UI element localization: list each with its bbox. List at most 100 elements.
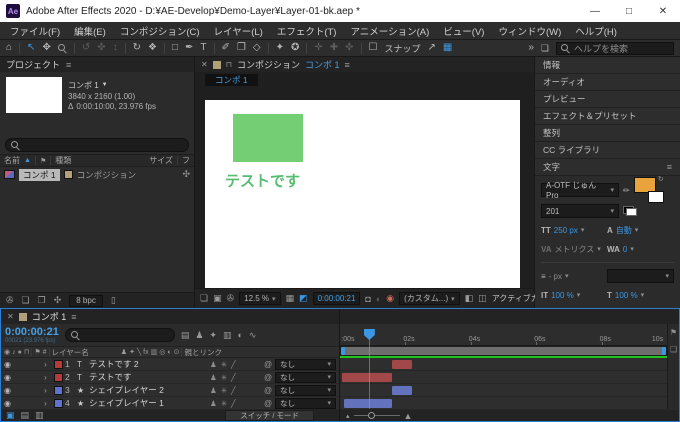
tab-comp-1[interactable]: コンポ 1 [205, 74, 258, 86]
stroke-width-value[interactable]: - px [549, 272, 562, 281]
eye-icon[interactable]: ◉ [4, 373, 14, 382]
label-color-chip[interactable] [64, 170, 73, 179]
shy-toggle[interactable]: ♟ [210, 386, 217, 395]
puppet-pin-tool-icon[interactable]: ✪ [291, 43, 299, 53]
timeline-zoom-slider[interactable] [354, 415, 400, 416]
green-rectangle-layer[interactable] [233, 114, 303, 162]
chevron-down-icon[interactable]: ▾ [577, 291, 581, 299]
tab-comp-1[interactable]: コンポ 1 [32, 310, 67, 323]
motion-blur-icon[interactable]: ◐ [237, 330, 242, 340]
fast-preview-icon[interactable]: ◫ [478, 293, 487, 304]
menu-animation[interactable]: アニメーション(A) [350, 24, 429, 38]
selection-tool-icon[interactable]: ↖ [27, 43, 35, 53]
resolution-icon[interactable]: ◧ [465, 293, 474, 304]
chevron-down-icon[interactable]: ▼ [102, 82, 108, 88]
snap-checkbox-icon[interactable]: ☐ [369, 43, 378, 53]
hide-shy-layers-icon[interactable]: ✦ [209, 330, 217, 341]
quality-toggle[interactable]: ╱ [231, 386, 236, 395]
comp-canvas[interactable]: テストです [205, 100, 520, 288]
magnification-dropdown[interactable]: 12.5 %▾ [239, 292, 280, 305]
shy-toggle[interactable]: ♟ [210, 399, 217, 408]
panel-info[interactable]: 情報 [535, 57, 680, 74]
stroke-color-swatch[interactable] [648, 191, 664, 203]
bit-depth-button[interactable]: 8 bpc [69, 295, 103, 307]
kerning-value[interactable]: メトリクス [555, 244, 595, 255]
parent-dropdown[interactable]: なし▾ [275, 398, 336, 409]
draft-3d-icon[interactable]: ♟ [195, 330, 203, 341]
chevron-down-icon[interactable]: ▾ [635, 226, 639, 234]
zoom-slider-knob[interactable] [368, 412, 375, 419]
shy-toggle[interactable]: ♟ [210, 360, 217, 369]
snap-label[interactable]: スナップ [385, 42, 421, 55]
axis-mode-world-icon[interactable]: ✚ [330, 43, 338, 53]
menu-window[interactable]: ウィンドウ(W) [498, 24, 561, 38]
type-tool-icon[interactable]: T [200, 43, 206, 53]
menu-edit[interactable]: 編集(E) [74, 24, 106, 38]
project-search-input[interactable] [5, 138, 189, 152]
layer-name[interactable]: テストです [89, 371, 208, 383]
color-management-dropdown[interactable]: (カスタム...)▾ [399, 292, 460, 305]
quality-toggle[interactable]: ╱ [231, 373, 236, 382]
frame-blend-icon[interactable]: ▥ [223, 330, 232, 341]
hand-tool-icon[interactable]: ✥ [42, 43, 50, 53]
chevron-down-icon[interactable]: ▾ [581, 226, 585, 234]
eye-icon[interactable]: ◉ [4, 386, 14, 395]
orbit-camera-icon[interactable]: ↺ [82, 43, 90, 53]
parent-dropdown[interactable]: なし▾ [275, 385, 336, 396]
work-area-span[interactable] [341, 347, 666, 355]
lock-icon[interactable]: ⊓ [226, 60, 232, 69]
trash-icon[interactable]: ▯ [111, 295, 116, 306]
pick-whip-icon[interactable]: @ [264, 360, 272, 369]
zoom-in-mountain-icon[interactable]: ▲ [404, 411, 413, 421]
menu-file[interactable]: ファイル(F) [10, 24, 60, 38]
collapse-toggle[interactable]: ✳ [221, 373, 227, 382]
expand-in-out-icon[interactable]: ▥ [35, 410, 44, 421]
eraser-tool-icon[interactable]: ◇ [253, 43, 261, 53]
collapse-toggle[interactable]: ✳ [221, 399, 227, 408]
parent-dropdown[interactable]: なし▾ [275, 359, 336, 370]
eye-icon[interactable]: ◉ [4, 360, 14, 369]
quality-toggle[interactable]: ╱ [231, 360, 236, 369]
composition-viewer[interactable]: テストです [195, 86, 534, 288]
layer-label-chip[interactable] [54, 386, 63, 395]
stroke-style-dropdown[interactable]: ▾ [607, 269, 674, 283]
layer-duration-bar[interactable] [344, 399, 392, 408]
zoom-out-mountain-icon[interactable]: ▴ [346, 412, 350, 420]
pen-tool-icon[interactable]: ✒ [185, 43, 193, 53]
region-of-interest-icon[interactable]: ◩ [299, 293, 308, 304]
close-button[interactable]: ✕ [646, 0, 680, 22]
column-size[interactable]: サイズ [149, 155, 173, 166]
tracking-value[interactable]: 0 [623, 245, 627, 254]
collapse-toggle[interactable]: ✳ [221, 386, 227, 395]
rectangle-tool-icon[interactable]: □ [172, 43, 178, 53]
layer-name[interactable]: シェイプレイヤー 1 [89, 397, 208, 409]
switches-modes-button[interactable]: スイッチ / モード [225, 410, 314, 421]
comp-name[interactable]: コンポ 1 [68, 80, 99, 91]
toolbar-overflow-chevron[interactable]: » [528, 43, 534, 53]
main-monitor-icon[interactable]: ▣ [213, 293, 222, 304]
menu-help[interactable]: ヘルプ(H) [575, 24, 617, 38]
panel-title[interactable]: コンポジション [237, 58, 300, 71]
expand-layer-switches-icon[interactable]: ▣ [6, 410, 15, 421]
collapse-toggle[interactable]: ✳ [221, 360, 227, 369]
comp-mini-flowchart-icon[interactable]: ▤ [181, 330, 190, 341]
layer-row-4[interactable]: ◉ › 4 ★ シェイプレイヤー 1 ♟✳╱ @ なし▾ [1, 397, 339, 410]
interpret-footage-icon[interactable]: ✇ [6, 295, 14, 306]
layer-duration-bar[interactable] [342, 373, 392, 382]
text-layer[interactable]: テストです [225, 170, 300, 191]
chevron-down-icon[interactable]: ▾ [641, 291, 645, 299]
parent-link-column[interactable]: 親とリンク [184, 347, 222, 358]
expand-transfer-controls-icon[interactable]: ▤ [21, 410, 30, 421]
dolly-camera-icon[interactable]: ↕ [113, 43, 118, 53]
panel-cc-libraries[interactable]: CC ライブラリ [535, 142, 680, 159]
graph-editor-icon[interactable]: ∿ [249, 330, 257, 341]
parent-dropdown[interactable]: なし▾ [275, 372, 336, 383]
workspace-switcher-icon[interactable]: ❏ [541, 43, 549, 54]
maximize-button[interactable]: □ [612, 0, 646, 22]
layer-label-chip[interactable] [54, 373, 63, 382]
panel-menu-icon[interactable]: ≡ [71, 312, 76, 322]
roto-brush-tool-icon[interactable]: ✦ [276, 43, 284, 53]
column-file[interactable]: フ [182, 155, 190, 166]
layer-bar-lane-1[interactable] [340, 358, 667, 371]
panel-menu-icon[interactable]: ≡ [66, 60, 71, 70]
